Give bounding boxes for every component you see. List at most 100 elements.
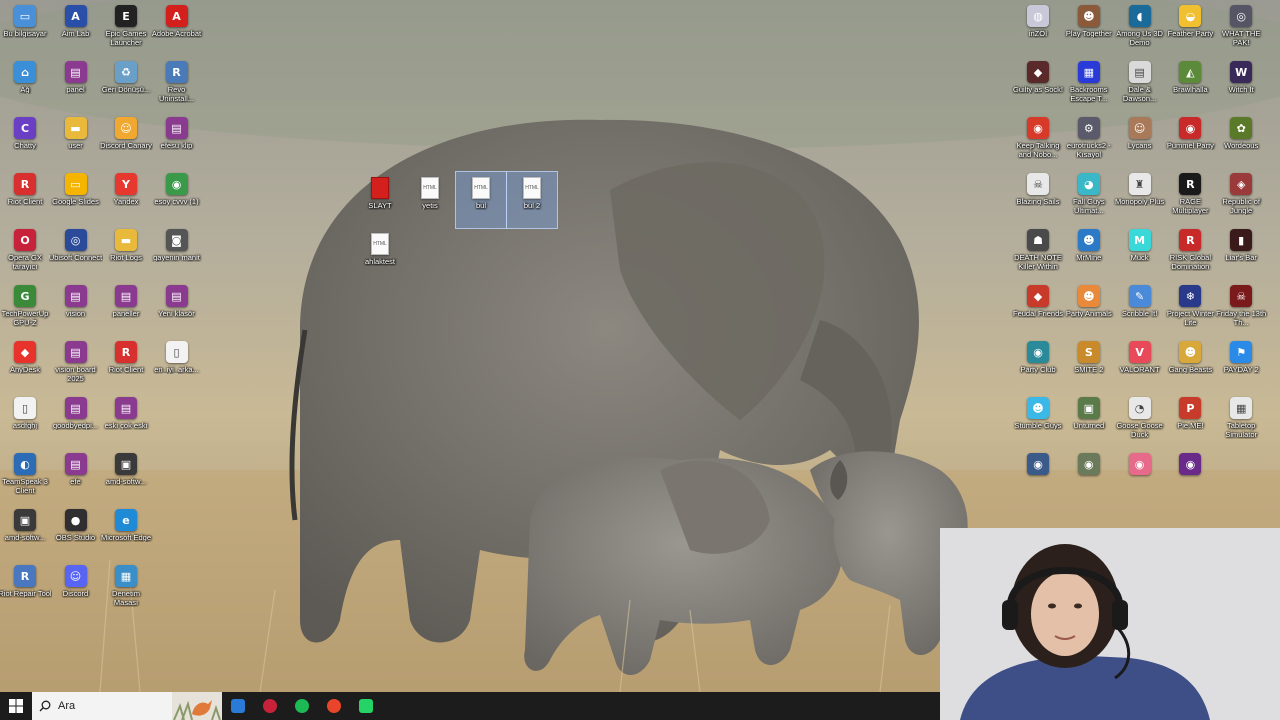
desktop-icon[interactable]: E Epic Games Launcher [101,0,151,56]
desktop-icon[interactable]: ⚑ PAYDAY 2 [1216,336,1266,392]
desktop-icon[interactable]: ☺ Discord [51,560,101,616]
desktop-icon[interactable]: P Pie.ME! [1165,392,1215,448]
desktop-icon[interactable]: SLAYT [355,172,405,228]
desktop-icon[interactable]: ▭ Google Slides [51,168,101,224]
desktop-icon[interactable]: ◍ inZOI [1013,0,1063,56]
desktop-icon[interactable]: ♜ Monopoly Plus [1115,168,1165,224]
desktop-icon[interactable]: HTML ahlaktest [355,228,405,284]
desktop-icon[interactable]: ◉ Party Club [1013,336,1063,392]
desktop-icon[interactable]: ◭ Brawlhalla [1165,56,1215,112]
taskbar-app-button[interactable] [254,692,286,720]
desktop-icon[interactable]: ◆ Guilty as Sock! [1013,56,1063,112]
desktop-icon[interactable]: ◉ [1064,448,1114,504]
desktop-icon[interactable]: ▤ eski çok eski [101,392,151,448]
desktop-icon[interactable]: ⚙ eurotrucks2 - Kısayol [1064,112,1114,168]
desktop-icon[interactable]: ◉ esoy cvvv (1) [152,168,202,224]
desktop-icon[interactable]: O Opera GX tarayıcı [0,224,50,280]
desktop-icon[interactable]: ◉ [1115,448,1165,504]
desktop-icon[interactable]: ☻ Play Together [1064,0,1114,56]
desktop-icon[interactable]: ▯ en_iyi_arka... [152,336,202,392]
desktop-icon[interactable]: e Microsoft Edge [101,504,151,560]
desktop-icon[interactable]: HTML yetis [405,172,455,228]
desktop-icon[interactable]: ◖ Among Us 3D Demo [1115,0,1165,56]
desktop-icon[interactable]: ◆ AnyDesk [0,336,50,392]
desktop-icon[interactable]: ▤ vision board 2025 [51,336,101,392]
start-button[interactable] [0,692,32,720]
desktop-icon[interactable]: ▬ user [51,112,101,168]
desktop-icon[interactable]: ▦ Denetim Masası [101,560,151,616]
desktop-icon[interactable]: ◒ Feather Party [1165,0,1215,56]
desktop-icon[interactable]: ☻ Stumble Guys [1013,392,1063,448]
desktop-icon[interactable]: ◎ Ubisoft Connect [49,224,102,280]
desktop-icon-label: bul [475,201,486,210]
desktop-icon[interactable]: C Chatty [0,112,50,168]
desktop-icon[interactable]: M Muck [1115,224,1165,280]
desktop-icon[interactable]: A Aim Lab [51,0,101,56]
desktop-icon[interactable]: ☺ Lycans [1115,112,1165,168]
desktop-icon[interactable]: R Revo Uninstall... [152,56,202,112]
desktop-icon[interactable]: ◉ Keep Talking and Nobo... [1013,112,1063,168]
desktop-icon[interactable]: R Riot Client [0,168,50,224]
desktop-icon[interactable]: ▤ efe [51,448,101,504]
desktop-icon[interactable]: ◉ [1165,448,1215,504]
desktop-icon-label: Lycans [1127,141,1152,150]
desktop-icon[interactable]: ◉ [1013,448,1063,504]
desktop-icon[interactable]: S SMITE 2 [1064,336,1114,392]
desktop-icon[interactable]: R RAGE Multiplayer [1165,168,1215,224]
desktop-icon[interactable]: ⌂ Ağ [0,56,50,112]
desktop-icon[interactable]: ☻ Gang Beasts [1165,336,1215,392]
desktop-icon[interactable]: ▣ amd-softw... [0,504,50,560]
desktop-icon[interactable]: ▬ Riot Logs [101,224,151,280]
desktop-icon[interactable]: ▮ Liar's Bar [1216,224,1266,280]
desktop-icon[interactable]: HTML bul 2 [506,171,558,229]
desktop-icon[interactable]: ☠ Blazing Sails [1013,168,1063,224]
desktop-icon[interactable]: ▦ Backrooms Escape T... [1064,56,1114,112]
pdf-file-icon [371,177,389,199]
desktop-icon[interactable]: ◙ gayenin manit [152,224,202,280]
desktop-icon[interactable]: ◎ WHAT THE PAK! [1216,0,1266,56]
desktop-icon[interactable]: G TechPowerUp GPU-Z [0,280,50,336]
desktop-icon[interactable]: HTML bul [455,171,507,229]
desktop-icon-label: Epic Games Launcher [105,29,147,47]
desktop-icon[interactable]: ▭ Bu bilgisayar [0,0,50,56]
desktop-icon[interactable]: ☺ Discord Canary [100,112,152,168]
desktop-icon[interactable]: ▤ paneller [101,280,151,336]
desktop-icon[interactable]: R Riot Client [101,336,151,392]
desktop-icon[interactable]: ◉ Pummel Party [1165,112,1215,168]
desktop-icon[interactable]: ☻ MrMine [1064,224,1114,280]
desktop-icon[interactable]: ▤ goodbyedpi... [51,392,101,448]
desktop-icon[interactable]: ◐ TeamSpeak 3 Client [0,448,50,504]
desktop-icon[interactable]: W Witch It [1216,56,1266,112]
desktop-icon[interactable]: R RISK Global Domination [1165,224,1215,280]
desktop-icon[interactable]: ◈ Republic of Jungle [1216,168,1266,224]
desktop-icon[interactable]: ▤ efesu klip [152,112,202,168]
taskbar-app-button[interactable] [350,692,382,720]
desktop-icon[interactable]: ♻ Geri Dönüşü... [101,56,151,112]
desktop-icon[interactable]: ▣ Unturned [1064,392,1114,448]
desktop-icon[interactable]: ▤ panel [51,56,101,112]
desktop-icon[interactable]: ✿ Wordeous [1216,112,1266,168]
desktop-icon[interactable]: ☻ Party Animals [1064,280,1114,336]
desktop-icon[interactable]: ▤ Yeni klasör [152,280,202,336]
taskbar-app-button[interactable] [222,692,254,720]
desktop-icon[interactable]: ◕ Fall Guys Ultimat... [1064,168,1114,224]
desktop-icon[interactable]: ◔ Goose Goose Duck [1115,392,1165,448]
desktop-icon[interactable]: Y Yandex [101,168,151,224]
taskbar-app-button[interactable] [286,692,318,720]
desktop-icon[interactable]: ▤ vision [51,280,101,336]
desktop-icon[interactable]: ☠ Friday the 13th Th... [1216,280,1266,336]
desktop-icon[interactable]: ◆ Feudal Friends [1013,280,1063,336]
desktop-icon[interactable]: ▣ amd-softw... [101,448,151,504]
desktop-icon[interactable]: ● OBS Studio [51,504,101,560]
desktop-icon[interactable]: ✎ Scribble It! [1115,280,1165,336]
taskbar-search-box[interactable]: Ara [32,692,222,720]
taskbar-app-button[interactable] [318,692,350,720]
desktop-icon[interactable]: R Riot Repair Tool [0,560,52,616]
desktop-icon[interactable]: ❄ Project Winter Lite [1165,280,1215,336]
desktop-icon[interactable]: V VALORANT [1115,336,1165,392]
desktop-icon[interactable]: ▯ asdfghj [0,392,50,448]
desktop-icon[interactable]: ☗ DEATH NOTE Killer Within [1013,224,1063,280]
desktop-icon[interactable]: A Adobe Acrobat [152,0,202,56]
desktop-icon[interactable]: ▦ Tabletop Simulator [1216,392,1266,448]
desktop-icon[interactable]: ▤ Dale & Dawson... [1115,56,1165,112]
